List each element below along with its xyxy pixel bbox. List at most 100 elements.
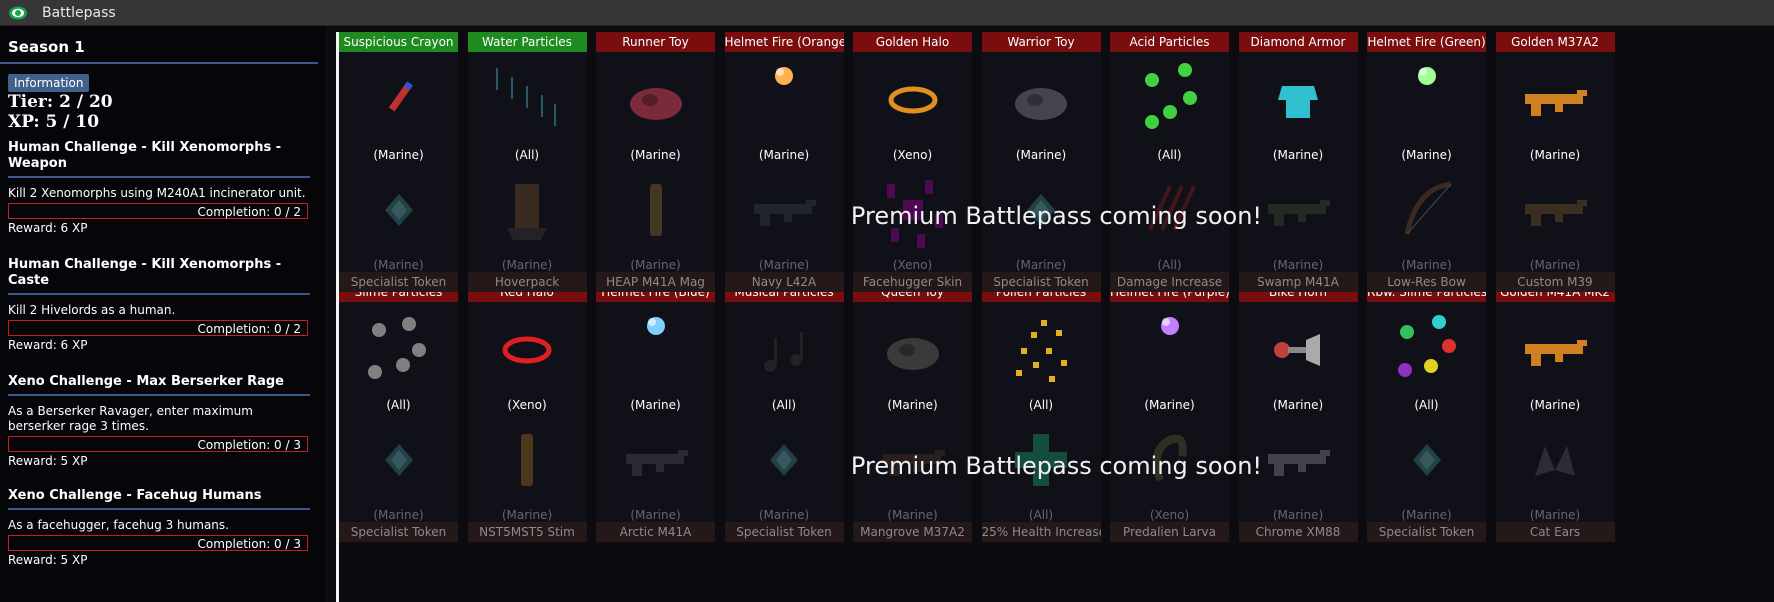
premium-reward-name: Hoverpack xyxy=(467,272,587,292)
reward-category: (All) xyxy=(386,398,411,412)
smg-icon xyxy=(1496,162,1615,258)
reward-slot[interactable]: Pollen Particles(All)16 xyxy=(981,282,1101,432)
fire-purple-icon xyxy=(1110,302,1229,398)
reward-slot[interactable]: Helmet Fire (Purple)(Marine)17 xyxy=(1110,282,1229,432)
premium-reward-name: Low-Res Bow xyxy=(1367,272,1486,292)
reward-category: (Marine) xyxy=(1144,398,1195,412)
challenge-reward: Reward: 6 XP xyxy=(8,221,88,235)
challenge-completion: Completion: 0 / 3 xyxy=(8,436,308,452)
reward-slot[interactable]: Diamond Armor(Marine)8 xyxy=(1238,32,1358,182)
acid-particles-icon xyxy=(1110,52,1229,148)
premium-reward-slot: (Marine) Arctic M41A xyxy=(596,412,715,542)
premium-reward-name: Specialist Token xyxy=(339,522,458,542)
reward-category: (Marine) xyxy=(1272,398,1324,412)
reward-category: (Xeno) xyxy=(507,398,547,412)
reward-category: (Xeno) xyxy=(892,258,933,272)
window-title: Battlepass xyxy=(42,4,116,21)
queen-toy-icon xyxy=(853,302,972,398)
reward-category: (Marine) xyxy=(758,508,810,522)
premium-reward-slot: (Marine) Custom M39 xyxy=(1495,162,1615,292)
rifle-icon xyxy=(725,162,844,258)
reward-slot[interactable]: Musical Particles(All)14 xyxy=(724,282,844,432)
premium-reward-slot: (Marine) Specialist Token xyxy=(724,412,844,542)
token-icon xyxy=(982,162,1101,258)
stim-icon xyxy=(468,412,587,508)
reward-slot[interactable]: Helmet Fire (Orange)(Marine)4 xyxy=(724,32,844,182)
rifle-icon xyxy=(1239,412,1358,508)
premium-reward-slot: (Marine) NST5MST5 Stim xyxy=(467,412,587,542)
cat-ears-icon xyxy=(1496,412,1615,508)
reward-slot[interactable]: Suspicious Crayon(Marine)1 xyxy=(339,32,458,182)
reward-slot[interactable]: Warrior Toy(Marine)6 xyxy=(981,32,1101,182)
premium-reward-slot: (Marine) Specialist Token xyxy=(339,412,458,542)
reward-category: (Marine) xyxy=(630,508,681,522)
challenge-completion: Completion: 0 / 2 xyxy=(8,320,308,336)
premium-reward-name: Facehugger Skin xyxy=(853,272,972,292)
reward-category: (Marine) xyxy=(1015,258,1067,272)
reward-slot[interactable]: Acid Particles(All)7 xyxy=(1110,32,1229,182)
reward-slot[interactable]: Water Particles(All)2 xyxy=(467,32,587,182)
reward-category: (Marine) xyxy=(887,508,938,522)
rainbow-slime-icon xyxy=(1367,302,1486,398)
reward-slot[interactable]: Helmet Fire (Green)(Marine)9 xyxy=(1367,32,1486,182)
premium-reward-name: NST5MST5 Stim xyxy=(467,522,587,542)
reward-slot[interactable]: Bike Horn(Marine)18 xyxy=(1238,282,1358,432)
title-bar: Battlepass xyxy=(0,0,1774,26)
reward-slot[interactable]: Slime Particles(All)11 xyxy=(339,282,458,432)
premium-reward-slot: (Marine) Cat Ears xyxy=(1495,412,1615,542)
reward-category: (Marine) xyxy=(373,258,424,272)
premium-reward-slot: (Marine) Specialist Token xyxy=(981,162,1101,292)
season-title: Season 1 xyxy=(0,26,318,64)
challenge-description: As a facehugger, facehug 3 humans. xyxy=(8,518,229,532)
reward-slot[interactable]: Red Halo(Xeno)12 xyxy=(467,282,587,432)
premium-reward-name: Predalien Larva xyxy=(1110,522,1229,542)
reward-slot[interactable]: Golden Halo(Xeno)5 xyxy=(853,32,972,182)
reward-slot[interactable]: Helmet Fire (Blue)(Marine)13 xyxy=(596,282,715,432)
reward-category: (Marine) xyxy=(1401,508,1452,522)
reward-name: Runner Toy xyxy=(596,32,715,52)
information-button[interactable]: Information xyxy=(8,74,90,92)
reward-category: (All) xyxy=(1157,258,1182,272)
premium-reward-slot: (All) Damage Increase xyxy=(1110,162,1229,292)
magazine-icon xyxy=(596,162,715,258)
reward-category: (Marine) xyxy=(1401,258,1452,272)
premium-reward-name: Navy L42A xyxy=(724,272,844,292)
rifle-icon xyxy=(1239,162,1358,258)
premium-reward-name: Swamp M41A xyxy=(1238,272,1358,292)
claw-icon xyxy=(1110,162,1229,258)
tier-progress: Tier: 2 / 20 xyxy=(8,92,113,112)
reward-category: (All) xyxy=(771,398,797,412)
crayon-icon xyxy=(339,52,458,148)
challenge-reward: Reward: 5 XP xyxy=(8,553,88,567)
horn-icon xyxy=(1239,302,1358,398)
premium-reward-name: Mangrove M37A2 xyxy=(853,522,972,542)
reward-name: Suspicious Crayon xyxy=(339,32,458,52)
reward-category: (Xeno) xyxy=(1149,508,1190,522)
reward-slot[interactable]: Rbw. Slime Particles(All)19 xyxy=(1367,282,1486,432)
token-icon xyxy=(725,412,844,508)
reward-slot[interactable]: Golden M37A2(Marine)10 xyxy=(1495,32,1615,182)
premium-reward-slot: (Marine) Low-Res Bow xyxy=(1367,162,1486,292)
challenge-description: As a Berserker Ravager, enter maximum be… xyxy=(8,404,253,433)
reward-category: (Marine) xyxy=(630,148,681,162)
challenge-title: Human Challenge - Kill Xenomorphs - Cast… xyxy=(8,253,310,295)
reward-category: (Marine) xyxy=(1529,258,1581,272)
reward-slot[interactable]: Golden M41A MK2(Marine)20 xyxy=(1495,282,1615,432)
premium-reward-name: Specialist Token xyxy=(981,272,1101,292)
premium-reward-slot: (Marine) Swamp M41A xyxy=(1238,162,1358,292)
reward-category: (All) xyxy=(1028,398,1054,412)
premium-reward-name: Specialist Token xyxy=(339,272,458,292)
reward-category: (Xeno) xyxy=(892,148,933,162)
reward-slot[interactable]: Queen Toy(Marine)15 xyxy=(853,282,972,432)
premium-reward-slot: (Xeno) Predalien Larva xyxy=(1110,412,1229,542)
challenge-reward: Reward: 5 XP xyxy=(8,454,88,468)
reward-name: Golden Halo xyxy=(853,32,972,52)
premium-reward-slot: (Marine) Specialist Token xyxy=(339,162,458,292)
reward-category: (Marine) xyxy=(630,398,681,412)
eye-icon xyxy=(8,4,30,22)
reward-slot[interactable]: Runner Toy(Marine)3 xyxy=(596,32,715,182)
pollen-icon xyxy=(982,302,1101,398)
reward-category: (All) xyxy=(514,148,540,162)
reward-category: (Marine) xyxy=(1272,258,1324,272)
warrior-toy-icon xyxy=(982,52,1101,148)
